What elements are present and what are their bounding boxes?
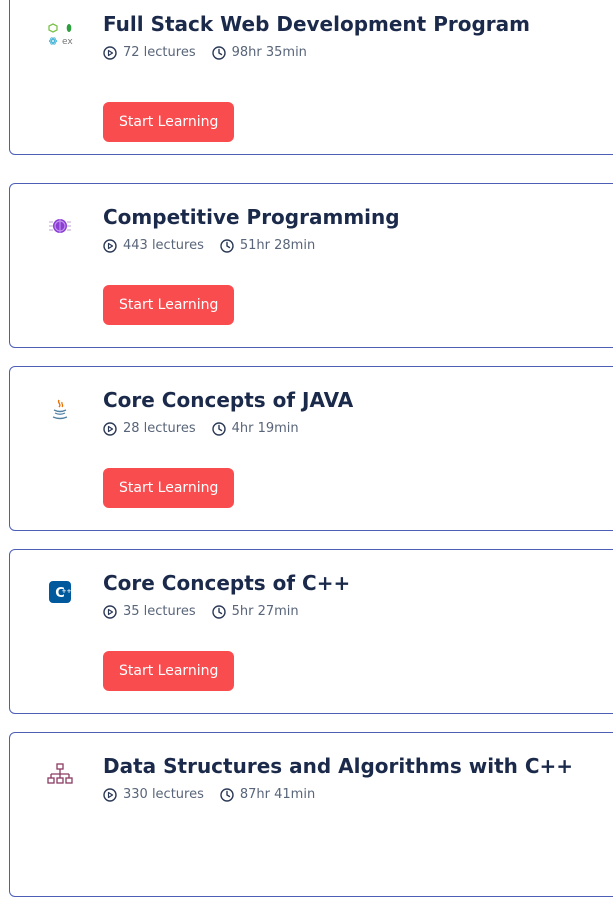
start-learning-button[interactable]: Start Learning	[103, 285, 235, 325]
course-card: Data Structures and Algorithms with C++ …	[9, 732, 613, 897]
hierarchy-icon	[44, 759, 76, 791]
course-title: Data Structures and Algorithms with C++	[103, 754, 574, 778]
course-meta: 35 lectures 5hr 27min	[103, 604, 299, 619]
web-stack-icon: ex	[44, 17, 76, 49]
lecture-count: 443 lectures	[123, 238, 204, 253]
svg-text:++: ++	[61, 588, 71, 595]
course-title: Core Concepts of C++	[103, 571, 351, 595]
course-duration: 87hr 41min	[239, 787, 316, 802]
course-card: Competitive Programming 443 lectures 51h…	[9, 183, 613, 348]
start-learning-button[interactable]: Start Learning	[103, 651, 235, 691]
start-learning-button[interactable]: Start Learning	[103, 102, 235, 142]
course-title: Full Stack Web Development Program	[103, 12, 530, 36]
clock-icon	[211, 421, 226, 436]
course-title: Core Concepts of JAVA	[103, 388, 354, 412]
lecture-count: 330 lectures	[123, 787, 204, 802]
course-title: Competitive Programming	[103, 205, 400, 229]
lecture-count: 35 lectures	[123, 604, 196, 619]
play-circle-icon	[103, 45, 117, 60]
course-duration: 51hr 28min	[239, 238, 316, 253]
clock-icon	[220, 787, 234, 802]
clock-icon	[220, 238, 234, 253]
clock-icon	[211, 604, 226, 619]
course-card: ex Full Stack Web Development Program 72…	[9, 0, 613, 155]
svg-text:ex: ex	[62, 37, 73, 47]
course-meta: 72 lectures 98hr 35min	[103, 45, 307, 60]
course-duration: 98hr 35min	[231, 45, 307, 60]
cpp-icon: C ++	[44, 576, 76, 608]
play-circle-icon	[103, 604, 117, 619]
clock-icon	[211, 45, 226, 60]
course-meta: 330 lectures 87hr 41min	[103, 787, 315, 802]
play-circle-icon	[103, 238, 117, 253]
lecture-count: 28 lectures	[123, 421, 196, 436]
brain-icon	[44, 210, 76, 242]
course-duration: 4hr 19min	[231, 421, 299, 436]
course-card: C ++ Core Concepts of C++ 35 lectures 5h…	[9, 549, 613, 714]
play-circle-icon	[103, 787, 117, 802]
start-learning-button[interactable]: Start Learning	[103, 468, 235, 508]
java-icon	[44, 393, 76, 425]
course-duration: 5hr 27min	[231, 604, 299, 619]
lecture-count: 72 lectures	[123, 45, 196, 60]
course-meta: 443 lectures 51hr 28min	[103, 238, 315, 253]
course-card: Core Concepts of JAVA 28 lectures 4hr 19…	[9, 366, 613, 531]
play-circle-icon	[103, 421, 117, 436]
course-meta: 28 lectures 4hr 19min	[103, 421, 299, 436]
